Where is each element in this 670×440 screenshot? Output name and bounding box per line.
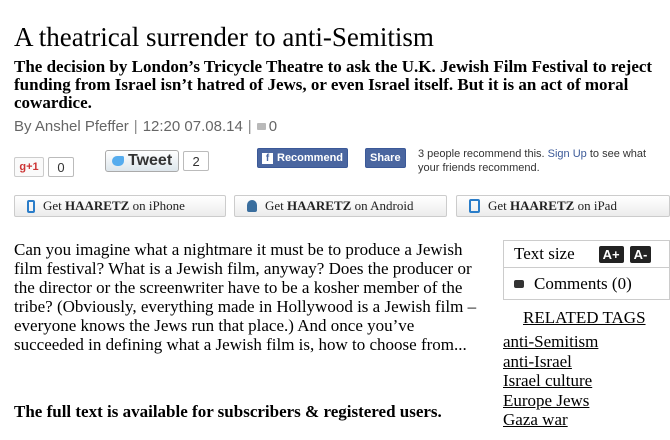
get-iphone-app-button[interactable]: Get HAARETZ on iPhone [14,195,226,217]
fb-recommend-count-text: 3 people recommend this. [418,148,545,160]
byline: By Anshel Pfeffer | 12:20 07.08.14 | 0 [14,118,277,135]
get-ipad-app-button[interactable]: Get HAARETZ on iPad [456,195,670,217]
comments-link[interactable]: Comments (0) [503,268,670,300]
byline-separator: | [247,118,252,135]
gplus-button[interactable]: g+1 [14,157,44,177]
tablet-icon [469,199,480,213]
facebook-icon: f [262,152,273,164]
app-suffix: on iPhone [129,198,185,213]
tag-link[interactable]: Gaza war [503,410,670,430]
gplus-count: 0 [48,157,74,177]
article-title: A theatrical surrender to anti-Semitism [14,22,434,52]
app-brand: HAARETZ [510,198,575,213]
app-prefix: Get [265,198,284,213]
phone-icon [27,199,35,213]
byline-separator: | [133,118,138,135]
article-body: Can you imagine what a nightmare it must… [14,240,477,354]
article-sidebar: Text size A+ A- Comments (0) Related tag… [503,240,670,430]
app-brand: HAARETZ [287,198,352,213]
related-tags-heading: Related tags [523,308,646,327]
tag-link[interactable]: Israel culture [503,371,670,391]
author[interactable]: By Anshel Pfeffer [14,118,129,135]
article-subtitle: The decision by London’s Tricycle Theatr… [14,57,653,112]
app-suffix: on Android [351,198,414,213]
app-brand: HAARETZ [65,198,130,213]
fb-recommend-button[interactable]: f Recommend [257,148,349,168]
comment-count[interactable]: 0 [269,118,277,135]
fb-share-button[interactable]: Share [365,148,406,168]
app-prefix: Get [488,198,507,213]
fb-social-text: 3 people recommend this. Sign Up to see … [418,147,648,175]
tweet-count: 2 [183,151,210,171]
timestamp: 12:20 07.08.14 [142,118,243,135]
app-suffix: on iPad [574,198,617,213]
related-tags-list: anti-Semitism anti-Israel Israel culture… [503,332,670,430]
get-android-app-button[interactable]: Get HAARETZ on Android [234,195,447,217]
text-size-increase-button[interactable]: A+ [598,245,624,263]
comments-label: Comments (0) [534,273,632,293]
tag-link[interactable]: anti-Israel [503,352,670,372]
text-size-decrease-button[interactable]: A- [629,245,652,263]
subscriber-note[interactable]: The full text is available for subscribe… [14,402,504,421]
fb-recommend-label: Recommend [277,152,344,164]
tag-link[interactable]: Europe Jews [503,391,670,411]
tweet-widget: Tweet 2 [105,150,210,172]
text-size-label: Text size [514,244,575,263]
android-icon [247,200,257,212]
tag-link[interactable]: anti-Semitism [503,332,670,352]
gplus-widget: g+1 0 [14,157,74,177]
tweet-button[interactable]: Tweet [105,150,180,172]
fb-signup-link[interactable]: Sign Up [548,148,587,160]
twitter-bird-icon [112,156,124,166]
app-prefix: Get [43,198,62,213]
comment-bubble-icon [514,279,524,288]
text-size-control: Text size A+ A- [503,240,670,268]
comment-icon [256,123,266,130]
tweet-label: Tweet [128,152,173,169]
